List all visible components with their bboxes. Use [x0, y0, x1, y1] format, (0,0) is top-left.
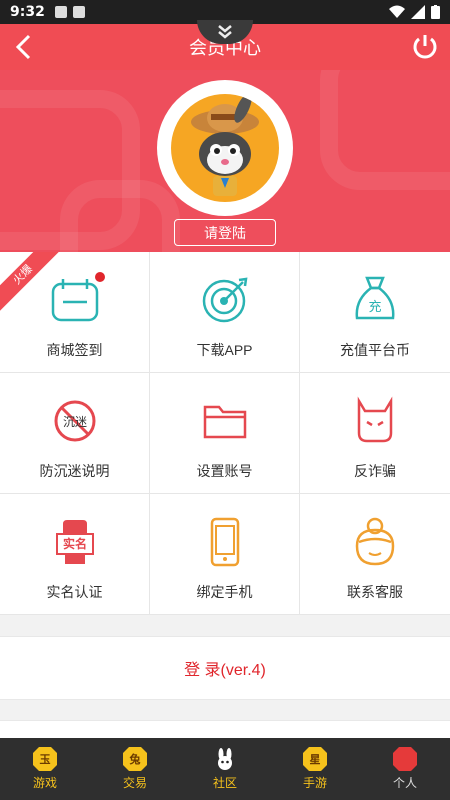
grid-item-anti-addiction[interactable]: 沉迷 防沉迷说明	[0, 373, 150, 494]
tab-label: 游戏	[32, 776, 57, 790]
tab-label: 个人	[392, 776, 417, 790]
tab-label: 交易	[122, 776, 147, 790]
grid-item-label: 联系客服	[347, 584, 403, 600]
hand-card-icon: 实名	[49, 516, 101, 568]
hot-ribbon-label: 火爆	[0, 252, 60, 312]
money-bag-icon: 充	[349, 274, 401, 326]
support-agent-icon	[349, 516, 401, 568]
grid-item-account-settings[interactable]: 设置账号	[150, 373, 300, 494]
target-icon	[199, 274, 251, 326]
star-coin-icon: 星	[303, 747, 327, 771]
grid-item-label: 商城签到	[46, 342, 103, 358]
phone-icon	[199, 516, 251, 568]
tab-community[interactable]: 社区	[180, 738, 270, 800]
grid-item-bind-phone[interactable]: 绑定手机	[150, 494, 300, 615]
grid-item-contact-support[interactable]: 联系客服	[300, 494, 450, 615]
rabbit-coin-icon: 兔	[123, 747, 147, 771]
login-button[interactable]: 请登陆	[174, 219, 276, 246]
tab-games[interactable]: 玉 游戏	[0, 738, 90, 800]
anti-addiction-glyph: 沉迷	[62, 415, 86, 429]
grid-item-recharge[interactable]: 充 充值平台币	[300, 252, 450, 373]
jade-icon: 玉	[33, 747, 57, 771]
wifi-icon	[389, 5, 405, 18]
heart-pixel-icon	[393, 747, 417, 771]
top-bar: 会员中心	[0, 20, 450, 70]
rabbit-mascot-icon	[171, 94, 279, 202]
tab-label: 手游	[302, 776, 327, 790]
grid-item-label: 防沉迷说明	[39, 463, 110, 479]
power-button[interactable]	[410, 32, 440, 62]
rabbit-head-icon	[213, 747, 237, 771]
feature-grid: 商城签到 下载APP 充 充值平台币 沉迷 防沉迷说明 设置账号 反诈骗 实名 …	[0, 252, 450, 615]
grid-item-real-name[interactable]: 实名 实名认证	[0, 494, 150, 615]
tab-label: 社区	[212, 776, 237, 790]
grid-item-label: 实名认证	[46, 584, 103, 600]
hot-ribbon: 火爆	[0, 252, 60, 312]
tab-personal[interactable]: 个人	[360, 738, 450, 800]
grid-item-anti-fraud[interactable]: 反诈骗	[300, 373, 450, 494]
app-notification-icon	[72, 6, 85, 18]
anti-addiction-icon: 沉迷	[49, 395, 101, 447]
back-button[interactable]	[8, 30, 38, 64]
grid-item-label: 下载APP	[196, 342, 253, 358]
divider	[0, 720, 450, 738]
profile-header: 请登陆	[0, 70, 450, 252]
chevron-left-icon	[15, 34, 31, 60]
grid-item-label: 设置账号	[196, 463, 253, 479]
tab-mobile-games[interactable]: 星 手游	[270, 738, 360, 800]
battery-icon	[431, 5, 440, 19]
grid-item-download-app[interactable]: 下载APP	[150, 252, 300, 373]
money-bag-glyph: 充	[368, 299, 381, 315]
grid-item-label: 绑定手机	[196, 584, 253, 600]
image-notification-icon	[54, 6, 67, 18]
login-bar-button[interactable]: 登 录(ver.4)	[0, 636, 450, 700]
double-chevron-down-icon	[218, 25, 232, 39]
devil-icon	[349, 395, 401, 447]
status-time: 9:32	[10, 4, 45, 20]
grid-item-label: 充值平台币	[340, 342, 410, 358]
tab-trade[interactable]: 兔 交易	[90, 738, 180, 800]
avatar[interactable]	[157, 80, 293, 216]
real-name-glyph: 实名	[62, 536, 86, 551]
signal-icon	[411, 5, 425, 19]
grid-item-label: 反诈骗	[354, 463, 396, 479]
notification-dot	[94, 272, 105, 282]
bottom-tab-bar: 玉 游戏 兔 交易 社区 星 手游 个人	[0, 738, 450, 800]
folder-icon	[199, 395, 251, 447]
